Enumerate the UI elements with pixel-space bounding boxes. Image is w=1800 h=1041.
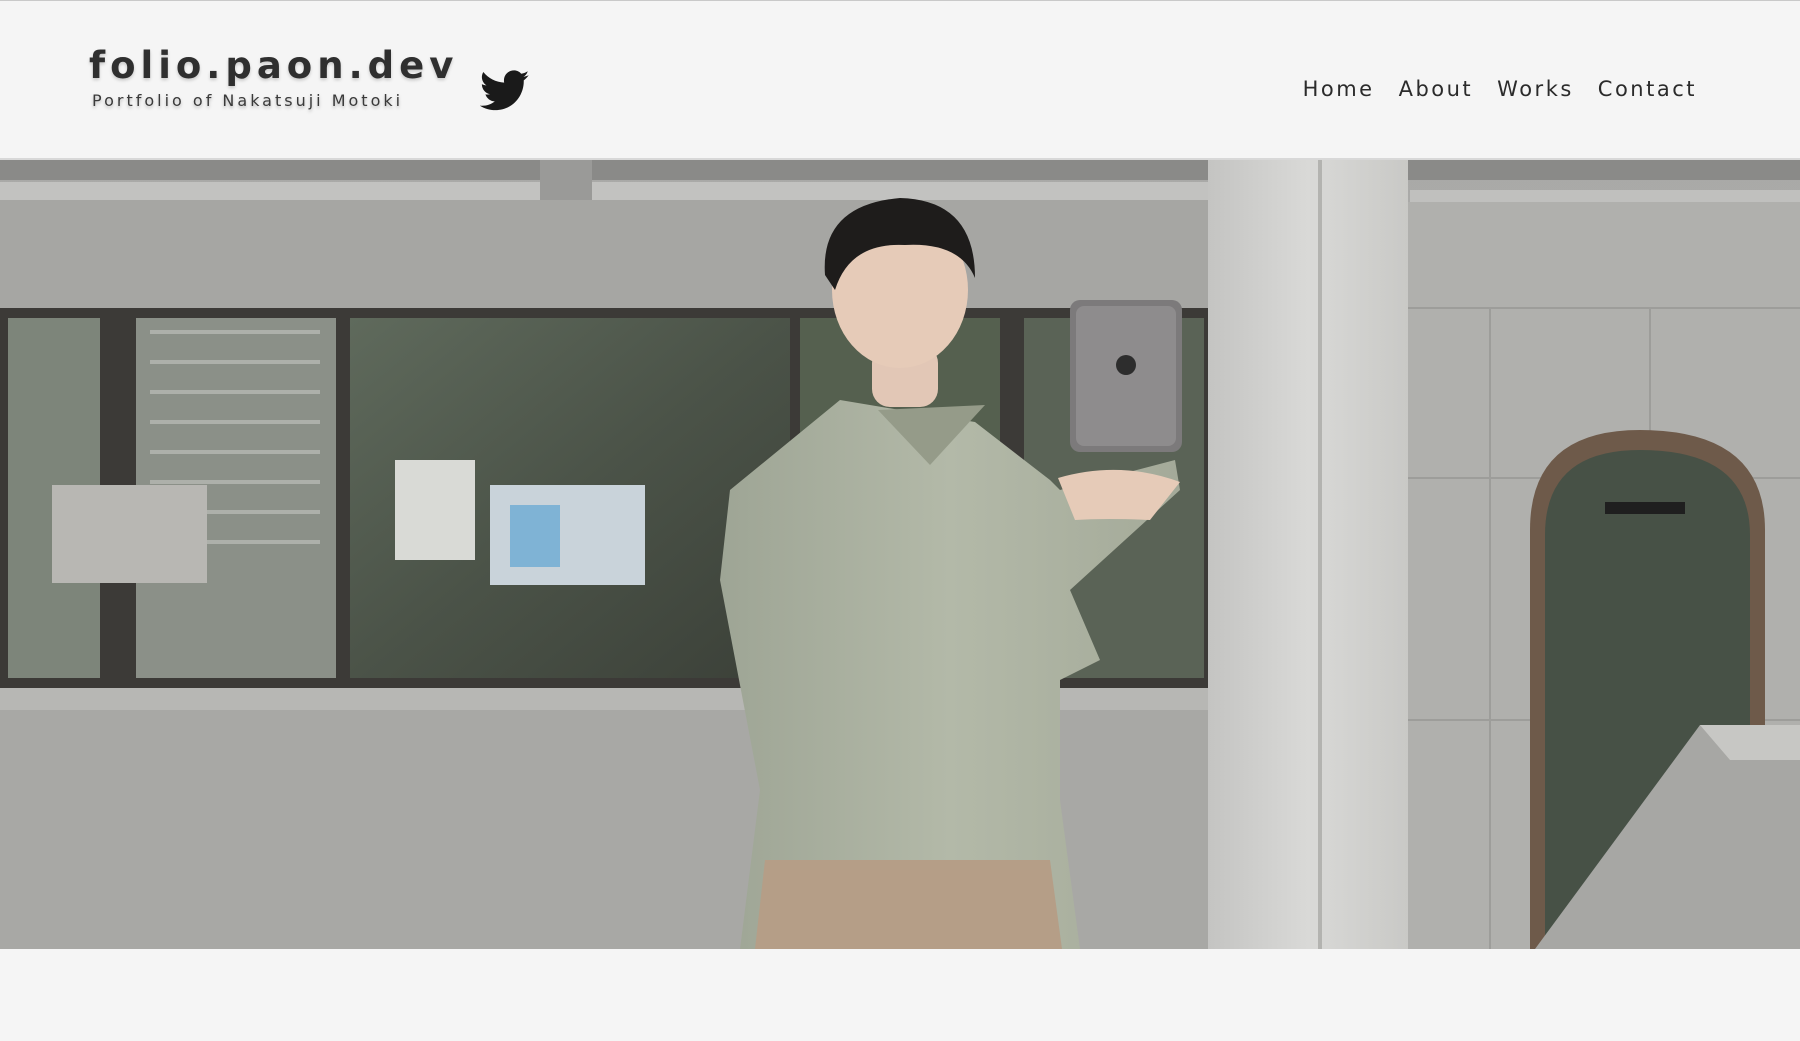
- twitter-bird-icon: [480, 70, 530, 111]
- nav-works[interactable]: Works: [1485, 77, 1586, 101]
- hero-image: [0, 160, 1800, 949]
- site-title[interactable]: folio.paon.dev: [89, 44, 458, 87]
- site-header: folio.paon.dev Portfolio of Nakatsuji Mo…: [0, 1, 1800, 160]
- site-subtitle: Portfolio of Nakatsuji Motoki: [92, 91, 404, 110]
- nav-contact[interactable]: Contact: [1586, 77, 1697, 101]
- nav-home[interactable]: Home: [1291, 77, 1387, 101]
- brand: folio.paon.dev Portfolio of Nakatsuji Mo…: [89, 44, 458, 110]
- twitter-icon[interactable]: [480, 69, 530, 113]
- hero-photo: [0, 160, 1800, 949]
- nav-about[interactable]: About: [1387, 77, 1486, 101]
- main-nav: Home About Works Contact: [1291, 77, 1697, 101]
